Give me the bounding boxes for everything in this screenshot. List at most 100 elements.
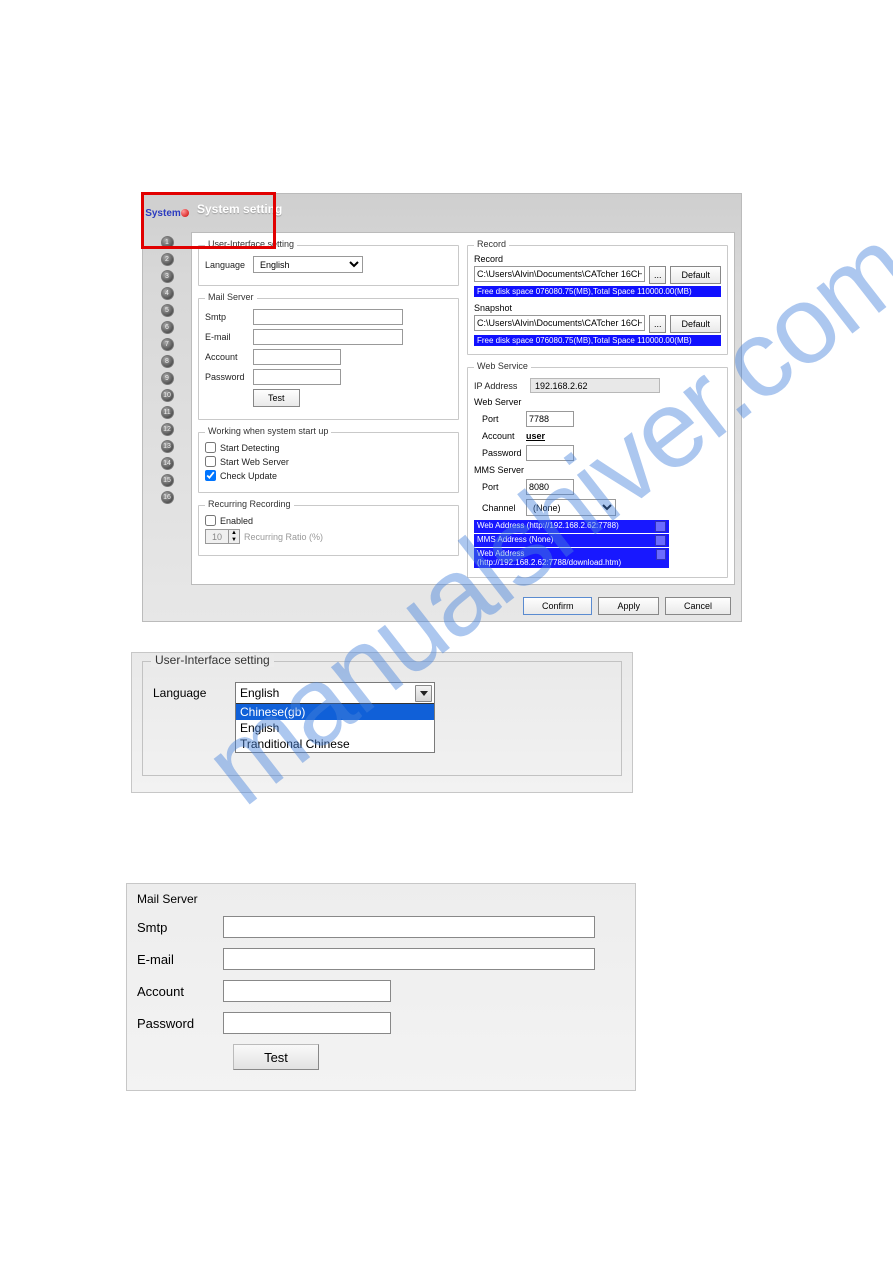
step-bullet-6[interactable]: 6 bbox=[161, 321, 174, 334]
web-password-label: Password bbox=[474, 448, 522, 458]
detail-password-label: Password bbox=[137, 1016, 209, 1031]
recurring-ratio-input[interactable] bbox=[206, 530, 228, 543]
step-bullet-13[interactable]: 13 bbox=[161, 440, 174, 453]
system-settings-dialog: System System setting 123456789101112131… bbox=[142, 193, 742, 622]
step-bullet-10[interactable]: 10 bbox=[161, 389, 174, 402]
smtp-input[interactable] bbox=[253, 309, 403, 325]
start-detecting-label: Start Detecting bbox=[220, 443, 280, 453]
chevron-down-icon[interactable] bbox=[415, 685, 432, 702]
snapshot-browse-button[interactable]: ... bbox=[649, 315, 667, 333]
account-input[interactable] bbox=[253, 349, 341, 365]
detail-account-input[interactable] bbox=[223, 980, 391, 1002]
record-browse-button[interactable]: ... bbox=[649, 266, 667, 284]
step-bullet-7[interactable]: 7 bbox=[161, 338, 174, 351]
start-detecting-row[interactable]: Start Detecting bbox=[205, 442, 452, 453]
test-button[interactable]: Test bbox=[253, 389, 300, 407]
copy-icon[interactable] bbox=[655, 535, 666, 546]
check-update-checkbox[interactable] bbox=[205, 470, 216, 481]
language-option[interactable]: Chinese(gb) bbox=[236, 704, 434, 720]
detail-language-label: Language bbox=[153, 682, 223, 700]
check-update-label: Check Update bbox=[220, 471, 277, 481]
web-password-input[interactable] bbox=[526, 445, 574, 461]
language-combobox-value: English bbox=[240, 686, 279, 700]
step-bullet-14[interactable]: 14 bbox=[161, 457, 174, 470]
recurring-enabled-row[interactable]: Enabled bbox=[205, 515, 452, 526]
step-bullet-4[interactable]: 4 bbox=[161, 287, 174, 300]
record-default-button[interactable]: Default bbox=[670, 266, 721, 284]
language-select[interactable]: English bbox=[253, 256, 363, 273]
record-free-space: Free disk space 076080.75(MB),Total Spac… bbox=[474, 286, 721, 297]
language-option[interactable]: English bbox=[236, 720, 434, 736]
record-legend: Record bbox=[474, 239, 509, 249]
recurring-enabled-checkbox[interactable] bbox=[205, 515, 216, 526]
start-web-checkbox[interactable] bbox=[205, 456, 216, 467]
step-bullet-15[interactable]: 15 bbox=[161, 474, 174, 487]
detail-ui-panel: User-Interface setting Language English … bbox=[131, 652, 633, 793]
step-bullet-16[interactable]: 16 bbox=[161, 491, 174, 504]
detail-test-button[interactable]: Test bbox=[233, 1044, 319, 1070]
detail-ui-group: User-Interface setting Language English … bbox=[142, 661, 622, 776]
start-detecting-checkbox[interactable] bbox=[205, 442, 216, 453]
detail-password-input[interactable] bbox=[223, 1012, 391, 1034]
step-bullet-12[interactable]: 12 bbox=[161, 423, 174, 436]
dialog-footer: Confirm Apply Cancel bbox=[143, 591, 741, 621]
detail-mail-panel: Mail Server Smtp E-mail Account Password… bbox=[126, 883, 636, 1091]
step-bullet-3[interactable]: 3 bbox=[161, 270, 174, 283]
dialog-title: System setting bbox=[191, 194, 288, 224]
email-label: E-mail bbox=[205, 332, 249, 342]
mail-server-group: Mail Server Smtp E-mail Account Password… bbox=[198, 298, 459, 420]
detail-ui-legend: User-Interface setting bbox=[151, 653, 274, 667]
copy-icon[interactable] bbox=[656, 549, 666, 560]
confirm-button[interactable]: Confirm bbox=[523, 597, 593, 615]
snapshot-label: Snapshot bbox=[474, 303, 721, 313]
detail-smtp-input[interactable] bbox=[223, 916, 595, 938]
start-web-label: Start Web Server bbox=[220, 457, 289, 467]
system-tab-label[interactable]: System bbox=[145, 208, 189, 219]
copy-icon[interactable] bbox=[655, 521, 666, 532]
spinner-down-button[interactable]: ▼ bbox=[229, 537, 239, 544]
step-bullet-9[interactable]: 9 bbox=[161, 372, 174, 385]
record-path-input[interactable] bbox=[474, 266, 645, 282]
mail-server-legend: Mail Server bbox=[205, 292, 257, 302]
web-service-legend: Web Service bbox=[474, 361, 531, 371]
step-bullet-8[interactable]: 8 bbox=[161, 355, 174, 368]
recurring-ratio-spinner[interactable]: ▲ ▼ bbox=[205, 529, 240, 544]
check-update-row[interactable]: Check Update bbox=[205, 470, 452, 481]
cancel-button[interactable]: Cancel bbox=[665, 597, 731, 615]
smtp-label: Smtp bbox=[205, 312, 249, 322]
startup-legend: Working when system start up bbox=[205, 426, 331, 436]
web-account-value: user bbox=[526, 431, 545, 441]
web-server-label: Web Server bbox=[474, 397, 721, 407]
snapshot-path-input[interactable] bbox=[474, 315, 645, 331]
ui-setting-legend: User-Interface setting bbox=[205, 239, 297, 249]
record-group: Record Record ... Default Free disk spac… bbox=[467, 245, 728, 355]
account-label: Account bbox=[205, 352, 249, 362]
step-bullet-5[interactable]: 5 bbox=[161, 304, 174, 317]
apply-button[interactable]: Apply bbox=[598, 597, 659, 615]
recurring-legend: Recurring Recording bbox=[205, 499, 294, 509]
detail-email-input[interactable] bbox=[223, 948, 595, 970]
channel-label: Channel bbox=[474, 503, 522, 513]
recurring-group: Recurring Recording Enabled ▲ ▼ bbox=[198, 505, 459, 556]
step-bullet-11[interactable]: 11 bbox=[161, 406, 174, 419]
email-input[interactable] bbox=[253, 329, 403, 345]
snapshot-default-button[interactable]: Default bbox=[670, 315, 721, 333]
password-input[interactable] bbox=[253, 369, 341, 385]
web-link-row: Web Address (http://192.168.2.62:7788) bbox=[474, 520, 669, 533]
mms-port-input[interactable] bbox=[526, 479, 574, 495]
system-tab-icon bbox=[181, 209, 189, 217]
language-option[interactable]: Tranditional Chinese bbox=[236, 736, 434, 752]
web-service-group: Web Service IP Address 192.168.2.62 Web … bbox=[467, 367, 728, 578]
step-bullet-1[interactable]: 1 bbox=[161, 236, 174, 249]
step-bullet-2[interactable]: 2 bbox=[161, 253, 174, 266]
web-link-row: Web Address (http://192.168.2.62:7788/do… bbox=[474, 548, 669, 568]
web-links: Web Address (http://192.168.2.62:7788)MM… bbox=[474, 520, 721, 568]
start-web-row[interactable]: Start Web Server bbox=[205, 456, 452, 467]
step-sidebar: 12345678910111213141516 bbox=[143, 232, 191, 591]
web-port-input[interactable] bbox=[526, 411, 574, 427]
channel-select[interactable]: (None) bbox=[526, 499, 616, 516]
mms-server-label: MMS Server bbox=[474, 465, 721, 475]
language-combobox-list: Chinese(gb)EnglishTranditional Chinese bbox=[236, 703, 434, 752]
language-combobox[interactable]: English Chinese(gb)EnglishTranditional C… bbox=[235, 682, 435, 753]
detail-account-label: Account bbox=[137, 984, 209, 999]
